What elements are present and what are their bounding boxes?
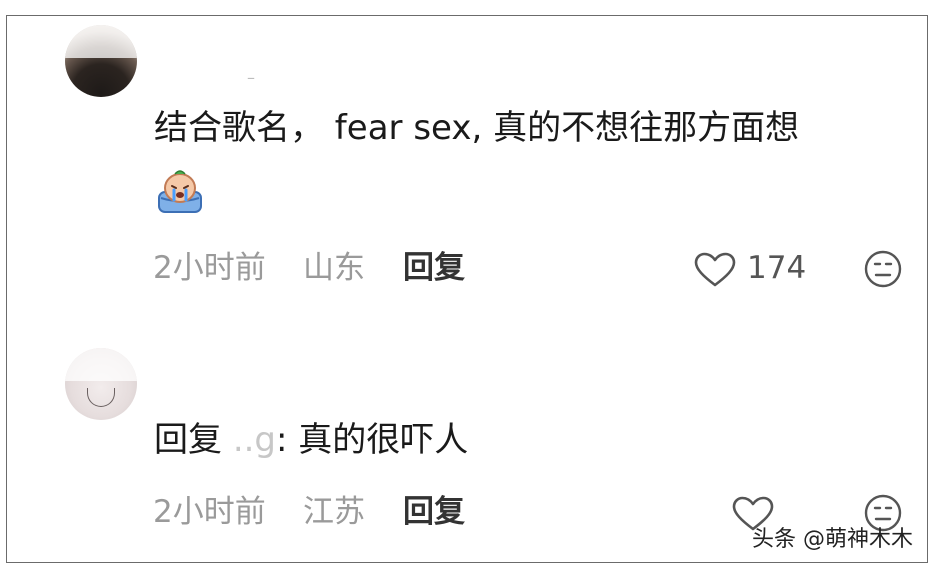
like-count: 174	[747, 250, 807, 286]
avatar-face	[87, 388, 115, 407]
comment-text: 结合歌名， fear sex, 真的不想往那方面想	[154, 108, 800, 148]
reply-button[interactable]: 回复	[403, 492, 465, 532]
crying-face-emoji	[158, 170, 202, 213]
user-avatar[interactable]	[65, 25, 137, 97]
reply-prefix: 回复	[154, 420, 222, 460]
avatar-blur	[65, 25, 137, 59]
reply-button[interactable]: 回复	[403, 248, 465, 288]
comment-time: 2小时前	[153, 250, 266, 286]
comment-item: – 结合歌名， fear sex, 真的不想往那方面想 2小时前 山东 回复 1…	[7, 16, 927, 331]
heart-outline-icon	[694, 252, 736, 287]
reply-text: 回复 ..g: 真的很吓人	[154, 420, 468, 460]
reply-separator: :	[276, 420, 288, 460]
user-avatar[interactable]	[65, 348, 137, 420]
watermark: 头条 @萌神木木	[752, 527, 913, 552]
comment-meta: 2小时前 山东 回复 174	[153, 248, 913, 288]
neutral-face-icon[interactable]	[864, 250, 902, 288]
comment-text: 真的很吓人	[298, 420, 469, 460]
avatar-blur	[65, 348, 137, 382]
comment-time: 2小时前	[153, 494, 266, 530]
username[interactable]: –	[247, 68, 257, 87]
comment-list: – 结合歌名， fear sex, 真的不想往那方面想 2小时前 山东 回复 1…	[6, 15, 928, 563]
comment-location: 山东	[303, 250, 365, 286]
comment-location: 江苏	[303, 494, 365, 530]
mention-username[interactable]: ..g	[233, 420, 276, 460]
